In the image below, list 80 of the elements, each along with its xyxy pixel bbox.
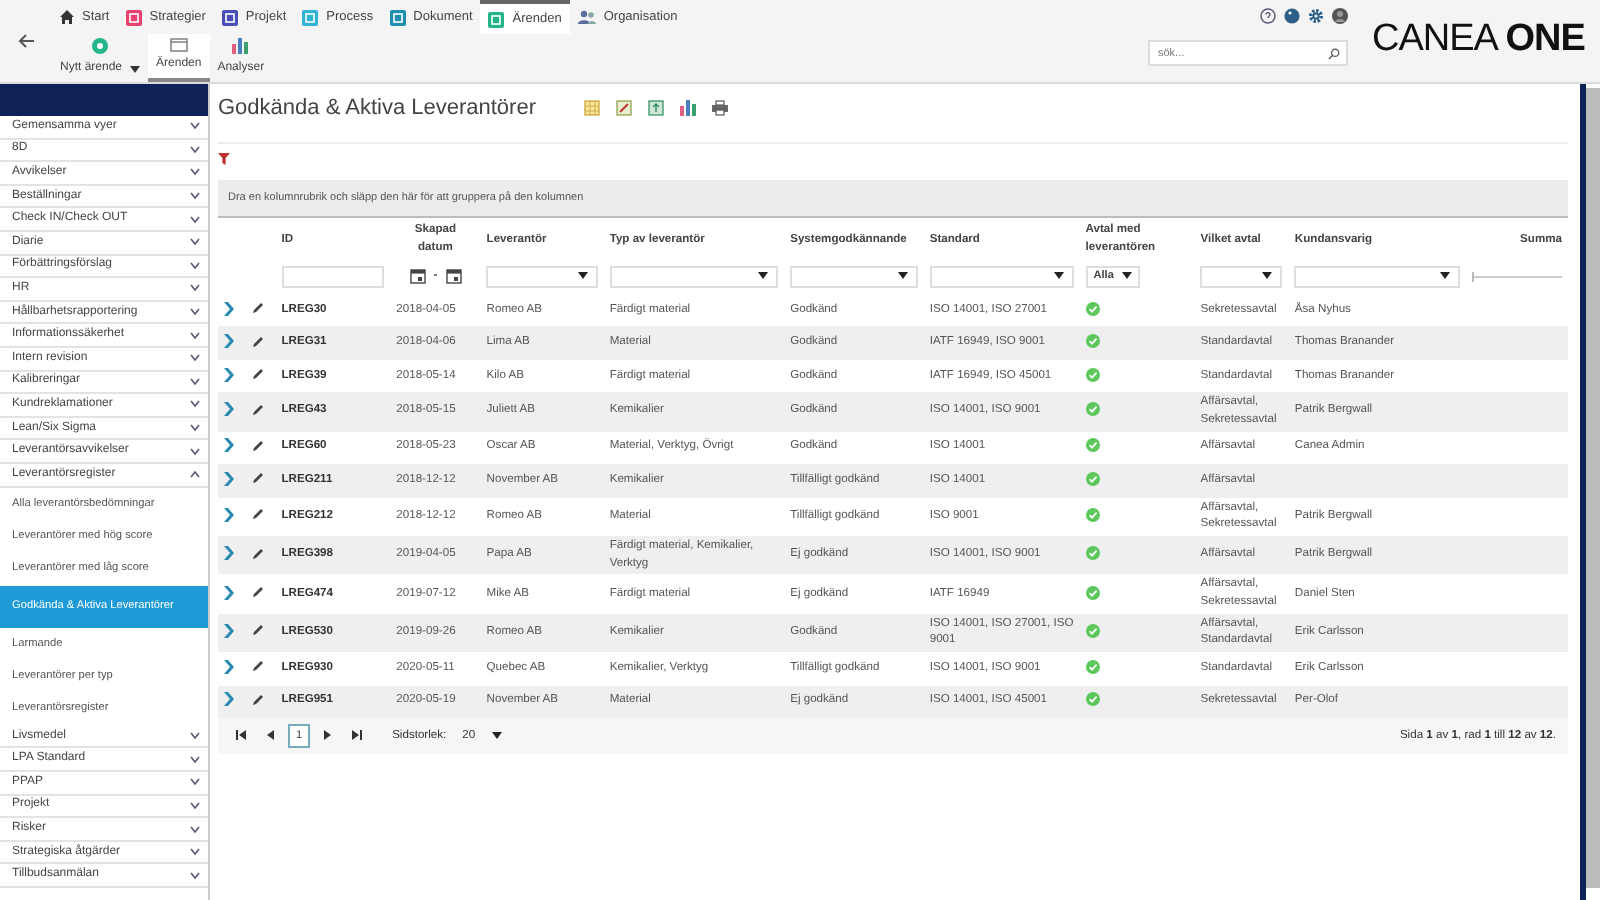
- edit-icon[interactable]: [252, 403, 265, 416]
- expand-icon[interactable]: [224, 367, 234, 382]
- previous-icon: [266, 729, 274, 740]
- chevron-icon: [190, 122, 200, 131]
- expand-icon[interactable]: [224, 585, 234, 600]
- printer-icon[interactable]: [711, 100, 728, 117]
- caret-icon: [130, 65, 141, 73]
- calendar-icon[interactable]: [409, 268, 426, 285]
- avatar-icon[interactable]: [1332, 8, 1348, 24]
- expand-icon[interactable]: [224, 471, 234, 486]
- edit-icon[interactable]: [252, 439, 265, 452]
- calendar-icon[interactable]: [445, 268, 462, 285]
- chevron-icon: [190, 261, 200, 270]
- caret-icon: [1262, 272, 1273, 281]
- search-icon: [1328, 47, 1340, 59]
- caret-icon: [491, 732, 502, 740]
- chevron-icon: [190, 825, 200, 834]
- expand-icon[interactable]: [224, 438, 234, 453]
- logo: CANEA ONE: [1372, 16, 1585, 65]
- expand-icon[interactable]: [224, 692, 234, 707]
- caret-icon: [1121, 272, 1132, 281]
- caret-icon: [1053, 272, 1064, 281]
- chevron-icon: [190, 732, 200, 741]
- caret-icon: [577, 272, 588, 281]
- back-arrow-icon[interactable]: [17, 34, 35, 48]
- last-page-icon: [352, 729, 363, 740]
- bar-chart-icon[interactable]: [679, 100, 696, 117]
- chevron-icon: [190, 215, 200, 224]
- expand-icon[interactable]: [224, 659, 234, 674]
- scrollbar[interactable]: [1580, 84, 1600, 900]
- edit-icon[interactable]: [252, 302, 265, 314]
- house-icon: [60, 10, 74, 24]
- page-title: Godkända & Aktiva Leverantörer: [218, 94, 538, 124]
- edit-icon[interactable]: [252, 368, 265, 380]
- expand-icon[interactable]: [224, 623, 234, 638]
- expand-icon[interactable]: [224, 402, 234, 417]
- first-page-icon: [236, 729, 246, 740]
- edit-icon[interactable]: [252, 335, 265, 347]
- people-icon: [577, 10, 596, 24]
- chevron-icon: [190, 848, 200, 857]
- chevron-icon: [190, 168, 200, 177]
- chevron-icon: [190, 871, 200, 880]
- chevron-icon: [190, 308, 200, 317]
- expand-icon[interactable]: [224, 301, 234, 316]
- expand-icon[interactable]: [224, 507, 234, 522]
- chevron-icon: [190, 238, 200, 247]
- edit-icon[interactable]: [252, 586, 265, 599]
- chevron-icon: [190, 755, 200, 764]
- chevron-icon: [190, 470, 200, 479]
- next-icon: [324, 729, 333, 740]
- chevron-icon: [190, 377, 200, 386]
- chevron-icon: [190, 424, 200, 433]
- expand-icon[interactable]: [224, 334, 234, 349]
- filter-input[interactable]: [281, 265, 385, 288]
- edit-icon[interactable]: [252, 547, 265, 560]
- edit-icon[interactable]: [252, 624, 265, 637]
- caret-icon: [1439, 272, 1450, 281]
- chevron-icon: [190, 447, 200, 456]
- help-icon[interactable]: [1260, 8, 1276, 24]
- chevron-icon: [190, 354, 200, 363]
- edit-icon[interactable]: [252, 472, 265, 485]
- chevron-icon: [190, 284, 200, 293]
- chevron-icon: [190, 801, 200, 810]
- edit-icon[interactable]: [252, 508, 265, 521]
- window-icon: [169, 38, 188, 52]
- edit-icon[interactable]: [252, 693, 265, 706]
- funnel-icon[interactable]: [218, 152, 232, 167]
- bar-chart-icon: [231, 38, 250, 54]
- chevron-icon: [190, 331, 200, 340]
- expand-icon[interactable]: [224, 546, 234, 561]
- caret-icon: [758, 272, 769, 281]
- chevron-icon: [190, 778, 200, 787]
- chevron-icon: [190, 192, 200, 201]
- plus-circle-icon: [92, 38, 109, 54]
- chevron-icon: [190, 400, 200, 409]
- chevron-icon: [190, 145, 200, 154]
- edit-icon[interactable]: [252, 660, 265, 673]
- caret-icon: [897, 272, 908, 281]
- export-icon[interactable]: [647, 100, 664, 117]
- table-edit-icon[interactable]: [615, 100, 632, 117]
